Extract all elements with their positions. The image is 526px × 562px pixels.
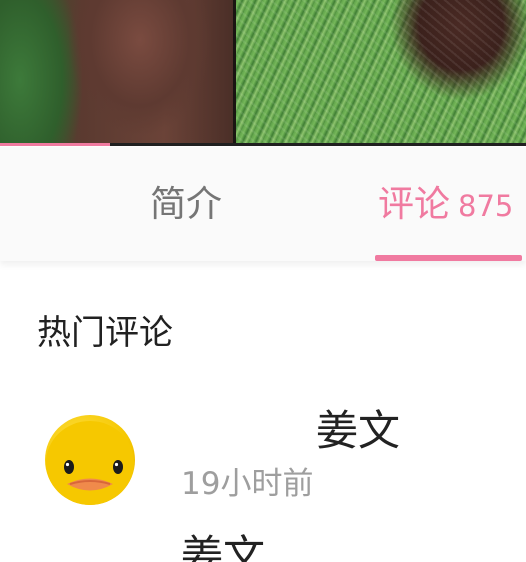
video-frame-left: [0, 0, 235, 146]
video-texture: [236, 0, 526, 146]
tab-comments[interactable]: 评论 875: [378, 177, 513, 234]
video-player[interactable]: [0, 0, 526, 146]
active-tab-indicator: [375, 255, 522, 261]
video-progress-bar[interactable]: [0, 143, 526, 146]
comment-username[interactable]: 姜文: [316, 403, 400, 459]
comment-count: 875: [458, 189, 514, 223]
duck-face-icon: [46, 421, 134, 505]
video-progress-fill: [0, 143, 111, 146]
tab-intro[interactable]: 简介: [150, 177, 222, 233]
video-detail-page: 简介 评论 875 热门评论 姜文 19小时前 姜文: [0, 0, 526, 562]
comment-body: 姜文: [181, 531, 266, 562]
duck-avatar-icon[interactable]: [45, 415, 135, 505]
tab-bar: 简介 评论 875: [0, 147, 526, 261]
tab-intro-label: 简介: [150, 184, 223, 225]
tab-comments-label: 评论: [378, 184, 451, 225]
hot-comments-title: 热门评论: [37, 313, 173, 353]
comment-timestamp: 19小时前: [181, 466, 314, 502]
